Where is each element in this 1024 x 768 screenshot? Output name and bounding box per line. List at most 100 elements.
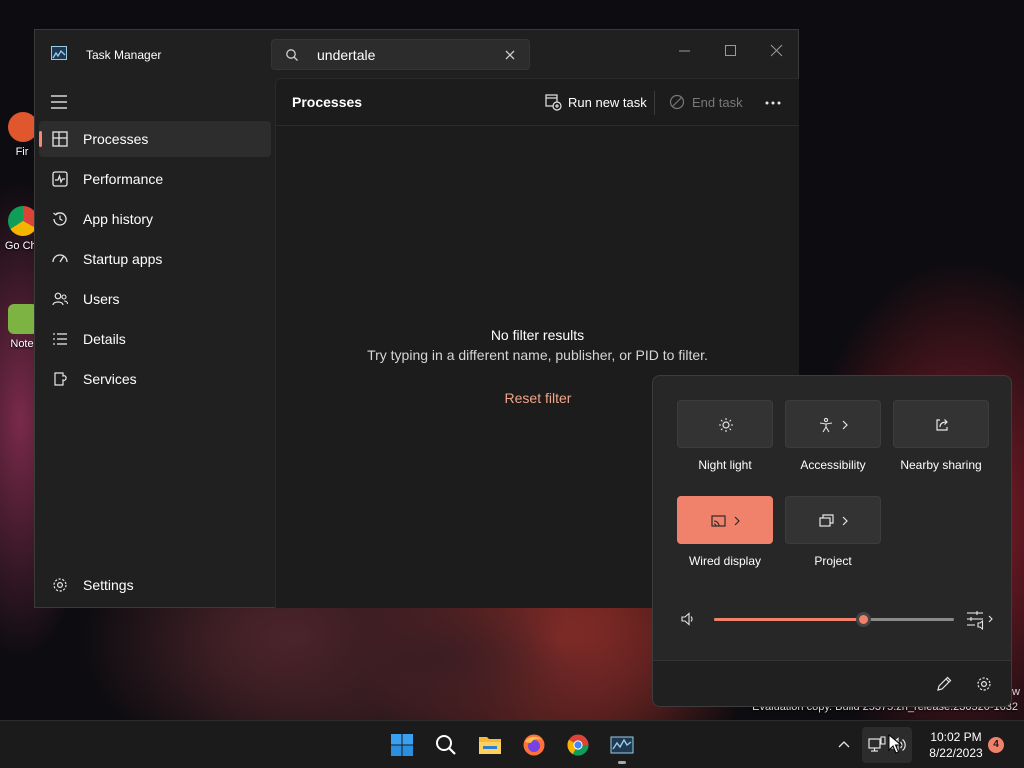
sidebar-item-label: App history [83, 211, 154, 227]
accessibility-label: Accessibility [800, 458, 866, 472]
chrome-icon [567, 734, 589, 756]
audio-output-icon[interactable] [965, 608, 997, 630]
file-explorer-icon [479, 737, 501, 754]
sidebar-item-label: Users [83, 291, 120, 307]
maximize-button[interactable] [708, 36, 754, 66]
start-button[interactable] [386, 729, 418, 761]
watermark-edition: w [1012, 686, 1020, 698]
night-light-label: Night light [698, 458, 752, 472]
close-icon [770, 44, 783, 57]
processes-icon [52, 131, 68, 147]
details-icon [53, 333, 67, 345]
system-tray-quick-settings-button[interactable] [862, 727, 912, 763]
clock[interactable]: 10:02 PM 8/22/2023 [920, 729, 992, 761]
wired-display-label: Wired display [688, 554, 762, 568]
settings-label: Settings [83, 577, 134, 593]
hamburger-menu-icon[interactable] [47, 90, 71, 114]
gear-icon [53, 578, 67, 592]
wired-display-tile[interactable] [677, 496, 773, 544]
task-manager-taskbar-button[interactable] [606, 729, 638, 764]
end-task-icon [669, 94, 685, 110]
project-icon [819, 514, 848, 527]
sidebar-item-users[interactable]: Users [39, 281, 271, 317]
volume-slider-thumb[interactable] [855, 612, 871, 627]
taskbar-search-button[interactable] [430, 729, 462, 761]
volume-row [653, 606, 1011, 630]
run-new-task-button[interactable]: Run new task [544, 91, 647, 115]
sidebar-item-label: Performance [83, 171, 164, 187]
minimize-icon [679, 50, 690, 52]
firefox-button[interactable] [518, 729, 550, 761]
end-task-button[interactable]: End task [668, 91, 744, 115]
services-icon [54, 372, 67, 386]
page-title: Processes [292, 94, 363, 110]
wired-network-icon [868, 736, 886, 752]
gear-icon[interactable] [975, 675, 993, 693]
firefox-icon [523, 734, 545, 756]
empty-state-subtitle: Try typing in a different name, publishe… [367, 347, 708, 363]
command-divider [654, 91, 655, 115]
night-light-icon [719, 418, 733, 432]
sidebar-item-processes[interactable]: Processes [39, 121, 271, 157]
clock-date: 8/22/2023 [929, 746, 983, 760]
window-title: Task Manager [86, 48, 162, 62]
sidebar-item-app-history[interactable]: App history [39, 201, 271, 237]
run-new-task-icon [545, 94, 562, 111]
file-explorer-button[interactable] [474, 729, 506, 761]
sidebar-item-settings[interactable]: Settings [39, 567, 271, 603]
accessibility-tile[interactable] [785, 400, 881, 448]
project-label: Project [814, 554, 852, 568]
volume-slider[interactable] [714, 612, 954, 627]
minimize-button[interactable] [662, 36, 708, 66]
sidebar-item-details[interactable]: Details [39, 321, 271, 357]
volume-slider-fill [714, 618, 863, 621]
sidebar: Processes Performance App history Startu… [35, 78, 275, 608]
search-icon [286, 49, 298, 61]
run-new-task-label: Run new task [568, 95, 647, 110]
search-input[interactable] [317, 45, 497, 65]
more-options-icon[interactable] [760, 91, 786, 115]
title-bar[interactable]: Task Manager [35, 30, 798, 78]
task-manager-app-icon [51, 46, 67, 60]
maximize-icon [725, 45, 736, 56]
edit-pencil-icon[interactable] [935, 675, 953, 693]
chevron-up-icon[interactable] [836, 737, 852, 753]
speaker-icon[interactable] [679, 610, 697, 628]
chrome-button[interactable] [562, 729, 594, 761]
quick-settings-footer [653, 660, 1011, 706]
sidebar-item-label: Processes [83, 131, 149, 147]
sidebar-item-label: Startup apps [83, 251, 163, 267]
quick-settings-flyout: Night light Accessibility Nearby sharing… [652, 375, 1012, 707]
sidebar-item-label: Details [83, 331, 126, 347]
wired-display-icon [711, 515, 740, 527]
search-icon [436, 735, 456, 755]
sidebar-item-label: Services [83, 371, 137, 387]
app-history-icon [53, 212, 67, 226]
clock-time: 10:02 PM [930, 730, 982, 744]
end-task-label: End task [692, 95, 743, 110]
running-indicator [618, 761, 626, 764]
mouse-cursor-icon [888, 734, 902, 754]
command-bar: Processes Run new task End task [276, 79, 799, 126]
project-tile[interactable] [785, 496, 881, 544]
sidebar-item-performance[interactable]: Performance [39, 161, 271, 197]
accessibility-icon [819, 417, 848, 433]
startup-apps-icon [52, 254, 68, 263]
close-button[interactable] [754, 36, 800, 66]
selection-indicator [39, 131, 42, 147]
task-manager-icon [610, 736, 634, 754]
search-box[interactable] [271, 39, 530, 70]
taskbar: 10:02 PM 8/22/2023 4 [0, 720, 1024, 768]
nearby-sharing-toggle[interactable] [893, 400, 989, 448]
nearby-sharing-icon [936, 419, 948, 431]
clear-search-icon[interactable] [503, 48, 517, 62]
notification-badge[interactable]: 4 [988, 737, 1004, 753]
windows-start-icon [391, 734, 413, 756]
sidebar-item-startup-apps[interactable]: Startup apps [39, 241, 271, 277]
night-light-toggle[interactable] [677, 400, 773, 448]
empty-state-title: No filter results [490, 327, 585, 343]
users-icon [52, 292, 69, 306]
nearby-sharing-label: Nearby sharing [900, 458, 982, 472]
reset-filter-link[interactable]: Reset filter [491, 385, 585, 411]
sidebar-item-services[interactable]: Services [39, 361, 271, 397]
